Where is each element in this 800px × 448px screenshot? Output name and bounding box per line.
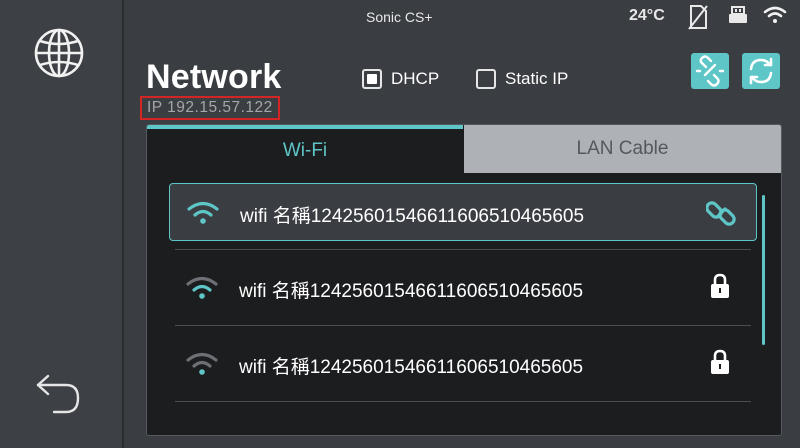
disconnect-button[interactable] bbox=[691, 53, 729, 89]
refresh-button[interactable] bbox=[742, 53, 780, 89]
network-row[interactable]: wifi 名稱12425601546611606510465605 bbox=[169, 335, 757, 393]
network-ssid: wifi 名稱12425601546611606510465605 bbox=[239, 357, 584, 378]
storage-off-icon bbox=[687, 4, 709, 35]
tab-lan-cable[interactable]: LAN Cable bbox=[463, 125, 781, 173]
lock-icon bbox=[709, 349, 731, 380]
list-scrollbar[interactable] bbox=[762, 195, 765, 345]
row-divider bbox=[175, 249, 751, 250]
wifi-signal-icon bbox=[185, 351, 219, 382]
dhcp-label: DHCP bbox=[391, 69, 440, 88]
dhcp-checkbox[interactable]: DHCP bbox=[362, 67, 439, 91]
disconnect-link-icon bbox=[695, 55, 725, 87]
network-panel: Wi-Fi LAN Cable wifi 名稱12425601546611606… bbox=[146, 124, 782, 436]
network-row[interactable]: wifi 名稱12425601546611606510465605 bbox=[169, 259, 757, 317]
page-title: Network bbox=[146, 58, 282, 96]
tab-lan-label: LAN Cable bbox=[576, 138, 669, 159]
wifi-signal-icon bbox=[185, 275, 219, 306]
row-divider bbox=[175, 325, 751, 326]
wifi-status-icon bbox=[763, 5, 787, 30]
usb-drive-icon bbox=[728, 6, 748, 29]
static-ip-checkbox[interactable]: Static IP bbox=[476, 67, 568, 91]
network-ssid: wifi 名稱1242560154661160651046560​5 bbox=[240, 206, 585, 227]
ip-address: IP 192.15.57.122 bbox=[140, 96, 280, 120]
row-divider bbox=[175, 401, 751, 402]
lock-icon bbox=[709, 273, 731, 304]
wifi-signal-icon bbox=[186, 200, 220, 231]
temperature-readout: 24°C bbox=[629, 7, 665, 24]
sidebar bbox=[0, 0, 124, 448]
network-row-connected[interactable]: wifi 名稱1242560154661160651046560​5 bbox=[169, 183, 757, 241]
link-icon bbox=[705, 198, 736, 233]
refresh-icon bbox=[749, 57, 773, 85]
device-name: Sonic CS+ bbox=[366, 9, 433, 25]
static-ip-label: Static IP bbox=[505, 69, 569, 88]
static-ip-checkbox-box[interactable] bbox=[476, 69, 496, 89]
tab-wifi[interactable]: Wi-Fi bbox=[147, 125, 463, 173]
globe-icon[interactable] bbox=[33, 27, 85, 79]
status-bar: Sonic CS+ 24°C bbox=[124, 0, 800, 34]
network-ssid: wifi 名稱12425601546611606510465605 bbox=[239, 281, 584, 302]
tab-wifi-label: Wi-Fi bbox=[282, 140, 328, 161]
dhcp-checkbox-box[interactable] bbox=[362, 69, 382, 89]
back-arrow-icon[interactable] bbox=[32, 370, 84, 418]
